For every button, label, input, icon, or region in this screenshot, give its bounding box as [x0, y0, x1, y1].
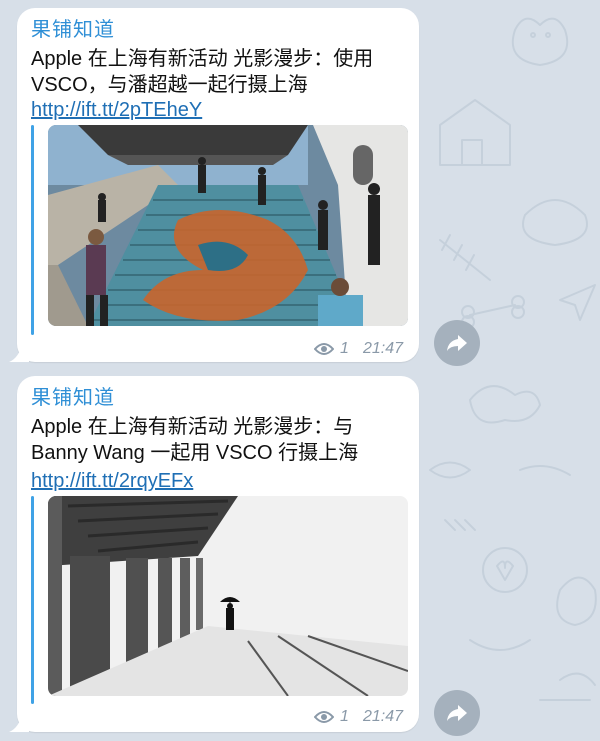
link-preview-accent [31, 125, 34, 335]
share-button[interactable] [434, 320, 480, 366]
message-link[interactable]: http://ift.tt/2pTEheY [31, 98, 202, 122]
eye-icon [314, 711, 335, 723]
message-text: Apple 在上海有新活动 光影漫步：使用 VSCO，与潘超越一起行摄上海 [31, 48, 374, 96]
message-text: Apple 在上海有新活动 光影漫步：与 Banny Wang 一起用 VSCO… [31, 416, 359, 464]
sender-name[interactable]: 果铺知道 [31, 386, 115, 410]
view-count: 1 [340, 708, 349, 725]
message-bubble: 果铺知道 Apple 在上海有新活动 光影漫步：与 Banny Wang 一起用… [9, 376, 419, 732]
message-link[interactable]: http://ift.tt/2rqyEFx [31, 469, 193, 493]
message-meta: 1 21:47 [314, 708, 403, 726]
link-preview-image[interactable] [48, 496, 408, 696]
share-arrow-icon [447, 335, 467, 351]
message-time: 21:47 [362, 340, 403, 357]
share-button[interactable] [434, 690, 480, 736]
bubble-tail [9, 342, 29, 362]
eye-icon [314, 343, 335, 355]
bubble-tail [9, 712, 29, 732]
share-arrow-icon [447, 705, 467, 721]
message-bubble: 果铺知道 Apple 在上海有新活动 光影漫步：使用 VSCO，与潘超越一起行摄… [9, 8, 419, 362]
link-preview-image[interactable] [48, 125, 408, 326]
photo-stairs-mural [48, 125, 408, 326]
view-count: 1 [340, 340, 349, 357]
sender-name[interactable]: 果铺知道 [31, 18, 115, 42]
message-meta: 1 21:47 [314, 340, 403, 358]
link-preview-accent [31, 496, 34, 704]
message-time: 21:47 [362, 708, 403, 725]
photo-colonnade-umbrella [48, 496, 408, 696]
